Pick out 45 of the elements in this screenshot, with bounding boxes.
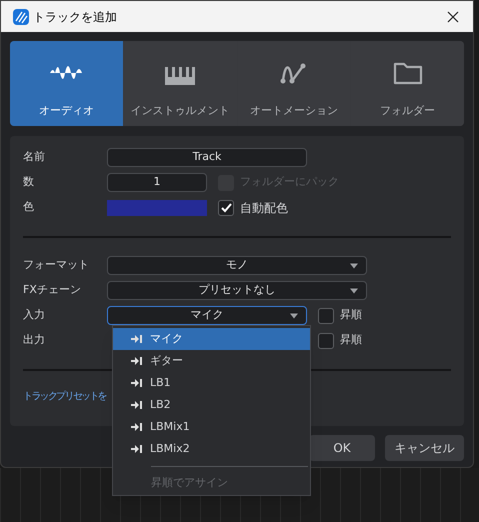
count-field[interactable]: 1 [107, 173, 207, 192]
keyboard-icon [165, 66, 196, 84]
caret-icon [290, 313, 298, 318]
checkmark-icon [220, 202, 232, 212]
input-arrow-icon [131, 379, 143, 387]
checkbox[interactable] [318, 308, 334, 324]
checkbox[interactable] [318, 332, 334, 348]
field-label: 数 [23, 174, 35, 190]
menu-item[interactable]: LBMix2 [113, 438, 310, 460]
menu-item[interactable]: ギター [113, 350, 310, 372]
checkbox-label: 自動配色 [240, 200, 288, 216]
close-icon[interactable] [447, 10, 459, 22]
menu-item[interactable]: LBMix1 [113, 416, 310, 438]
input-arrow-icon [131, 423, 143, 431]
input-arrow-icon [131, 401, 143, 409]
input-arrow-icon [131, 445, 143, 453]
folder-icon [392, 60, 423, 84]
dialog-button[interactable]: キャンセル [385, 435, 464, 461]
field-label: 色 [23, 199, 35, 216]
color-swatch[interactable] [107, 200, 207, 216]
window-title: トラックを追加 [33, 8, 117, 26]
input-arrow-icon [131, 357, 143, 365]
field-label: フォーマット [23, 257, 90, 274]
dropdown[interactable]: モノ [107, 256, 367, 275]
checkbox-label: 昇順 [340, 332, 362, 348]
menu-item[interactable]: LB1 [113, 372, 310, 394]
field-label: 出力 [23, 332, 46, 348]
menu-item[interactable]: LB2 [113, 394, 310, 416]
dropdown[interactable]: プリセットなし [107, 281, 367, 300]
name-field[interactable]: Track [107, 148, 307, 167]
track-type-tab[interactable]: オーディオ [10, 41, 123, 126]
menu-item[interactable]: マイク [113, 328, 310, 350]
field-label: FXチェーン [23, 282, 82, 298]
caret-icon [350, 288, 358, 293]
checkbox-label: 昇順 [340, 307, 362, 324]
caret-icon [350, 263, 358, 268]
field-label: 入力 [23, 307, 46, 324]
input-arrow-icon [131, 335, 143, 343]
field-label: 名前 [23, 149, 46, 166]
dialog-button[interactable]: OK [309, 435, 375, 461]
checkbox[interactable] [218, 200, 234, 216]
preset-link[interactable]: トラックプリセットを [23, 389, 106, 404]
app-logo-icon [13, 8, 29, 24]
dropdown[interactable]: マイク [107, 306, 307, 325]
curve-nodes-icon [280, 60, 308, 84]
